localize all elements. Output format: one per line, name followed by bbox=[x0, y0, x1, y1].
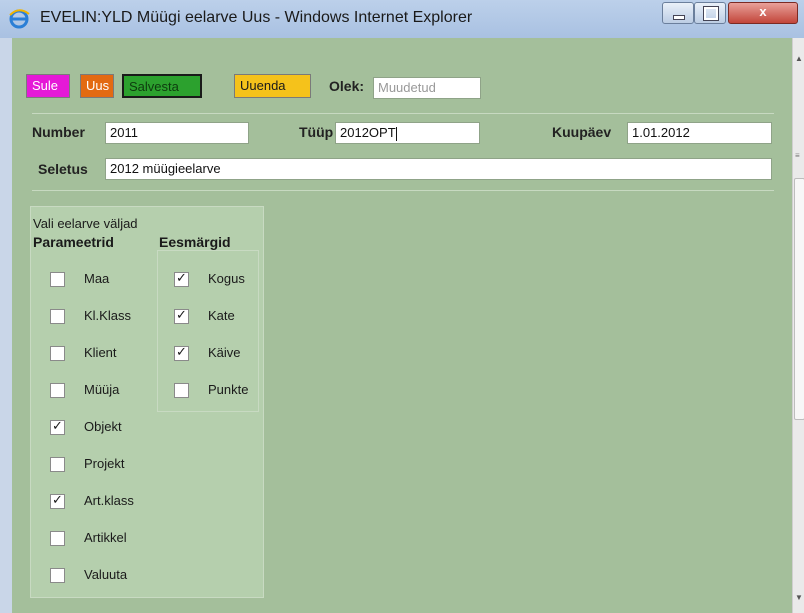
olek-field: Muudetud bbox=[373, 77, 481, 99]
parameeter-checkbox[interactable]: ✓ bbox=[50, 492, 65, 509]
minimize-icon bbox=[673, 15, 685, 20]
window-titlebar: EVELIN:YLD Müügi eelarve Uus - Windows I… bbox=[0, 0, 804, 38]
uus-button[interactable]: Uus bbox=[80, 74, 114, 98]
divider-bottom bbox=[32, 190, 774, 191]
vertical-scrollbar[interactable]: ▲ ≡ ▼ bbox=[792, 38, 804, 613]
window-title: EVELIN:YLD Müügi eelarve Uus - Windows I… bbox=[40, 9, 473, 26]
number-label: Number bbox=[32, 124, 85, 140]
text-cursor bbox=[395, 126, 397, 141]
parameeter-checkbox[interactable] bbox=[50, 272, 65, 287]
olek-label: Olek: bbox=[329, 78, 365, 94]
maximize-button[interactable] bbox=[694, 2, 726, 24]
sule-button[interactable]: Sule bbox=[26, 74, 70, 98]
parameeter-label: Kl.Klass bbox=[84, 308, 131, 323]
eesmark-label: Kogus bbox=[208, 271, 245, 286]
fields-section-title: Vali eelarve väljad bbox=[33, 216, 138, 231]
parameeter-label: Valuuta bbox=[84, 567, 128, 582]
parameeter-checkbox[interactable]: ✓ bbox=[50, 418, 65, 435]
scroll-thumb[interactable] bbox=[794, 178, 804, 420]
form-content: Sule Uus Salvesta Uuenda Olek: Muudetud … bbox=[12, 38, 792, 613]
eesmark-label: Käive bbox=[208, 345, 241, 360]
tyyp-label: Tüüp bbox=[299, 124, 334, 140]
parameeter-checkbox[interactable] bbox=[50, 457, 65, 472]
kuupaev-field[interactable]: 1.01.2012 bbox=[627, 122, 772, 144]
parameeter-label: Projekt bbox=[84, 456, 125, 471]
internet-explorer-icon bbox=[9, 9, 30, 29]
number-field[interactable]: 2011 bbox=[105, 122, 249, 144]
salvesta-button[interactable]: Salvesta bbox=[122, 74, 202, 98]
checkmark-icon: ✓ bbox=[52, 418, 63, 433]
checkmark-icon: ✓ bbox=[176, 307, 187, 322]
parameeter-label: Artikkel bbox=[84, 530, 127, 545]
parameeter-checkbox[interactable] bbox=[50, 531, 65, 546]
tyyp-field[interactable]: 2012OPT bbox=[335, 122, 480, 144]
divider-top bbox=[32, 113, 774, 114]
maximize-icon bbox=[703, 6, 719, 21]
tyyp-value: 2012OPT bbox=[340, 125, 396, 140]
eesmark-checkbox[interactable] bbox=[174, 383, 189, 398]
eesmargid-header: Eesmärgid bbox=[159, 234, 231, 250]
parameetrid-header: Parameetrid bbox=[33, 234, 114, 250]
eesmark-checkbox[interactable]: ✓ bbox=[174, 270, 189, 287]
scroll-up-icon[interactable]: ▲ bbox=[795, 54, 803, 63]
eesmark-label: Kate bbox=[208, 308, 235, 323]
eesmark-checkbox[interactable]: ✓ bbox=[174, 307, 189, 324]
minimize-button[interactable] bbox=[662, 2, 694, 24]
eesmark-label: Punkte bbox=[208, 382, 249, 397]
scroll-grip-icon: ≡ bbox=[795, 151, 800, 160]
scroll-down-icon[interactable]: ▼ bbox=[795, 593, 803, 602]
checkmark-icon: ✓ bbox=[176, 344, 187, 359]
kuupaev-label: Kuupäev bbox=[552, 124, 612, 140]
parameeter-label: Objekt bbox=[84, 419, 122, 434]
parameeter-label: Klient bbox=[84, 345, 117, 360]
parameeter-checkbox[interactable] bbox=[50, 309, 65, 324]
parameeter-checkbox[interactable] bbox=[50, 383, 65, 398]
seletus-label: Seletus bbox=[38, 161, 88, 177]
checkmark-icon: ✓ bbox=[176, 270, 187, 285]
eesmark-checkbox[interactable]: ✓ bbox=[174, 344, 189, 361]
checkmark-icon: ✓ bbox=[52, 492, 63, 507]
parameeter-label: Müüja bbox=[84, 382, 120, 397]
parameeter-label: Maa bbox=[84, 271, 110, 286]
seletus-field[interactable]: 2012 müügieelarve bbox=[105, 158, 772, 180]
uuenda-button[interactable]: Uuenda bbox=[234, 74, 311, 98]
parameeter-checkbox[interactable] bbox=[50, 346, 65, 361]
parameeter-checkbox[interactable] bbox=[50, 568, 65, 583]
close-window-button[interactable]: x bbox=[728, 2, 798, 24]
parameeter-label: Art.klass bbox=[84, 493, 134, 508]
close-icon: x bbox=[759, 4, 767, 19]
